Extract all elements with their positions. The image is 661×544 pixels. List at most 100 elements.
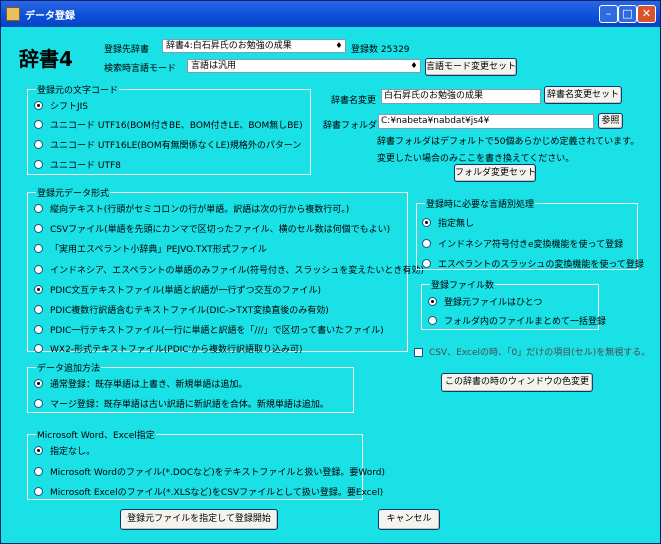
title-bar[interactable]: データ登録 – □ ✕ <box>1 1 660 27</box>
filecount-option-label: フォルダ内のファイルまとめて一括登録 <box>444 317 607 327</box>
dataformat-option[interactable]: 縦向テキスト(行頭がセミコロンの行が単語。訳語は次の行から複数行可。) <box>34 202 349 215</box>
chevron-down-icon: ♦ <box>335 41 343 50</box>
charcode-option-label: ユニコード UTF16LE(BOM有無関係なくLE)規格外のパターン <box>50 141 302 151</box>
radio-icon <box>34 487 43 496</box>
count-value: 25329 <box>380 45 410 55</box>
dataformat-option-label: CSVファイル(単語を先頭にカンマで区切ったファイル、横のセル数は何個でもよい) <box>50 225 391 235</box>
dest-dictionary-label: 登録先辞書 <box>104 45 150 55</box>
dict-folder-input[interactable]: C:¥nabeta¥nabdat¥js4¥ <box>378 114 594 129</box>
dataformat-option-label: PDIC一行テキストファイル(一行に単語と訳語を「///」で区切って書いたファイ… <box>50 326 384 336</box>
charcode-option-utf16le[interactable]: ユニコード UTF16LE(BOM有無関係なくLE)規格外のパターン <box>34 138 301 151</box>
filecount-option[interactable]: 登録元ファイルはひとつ <box>428 295 542 308</box>
adddata-group-title: データ追加方法 <box>36 361 102 374</box>
radio-icon <box>34 325 43 334</box>
office-option-label: 指定なし。 <box>50 447 96 457</box>
special-option[interactable]: インドネシア符号付きe変換機能を使って登録 <box>422 237 623 250</box>
dict-name-set-button[interactable]: 辞書名変更セット <box>544 86 622 104</box>
dataformat-option-label: WX2-形式テキストファイル(PDIC'から複数行訳語取り込み可) <box>50 345 303 355</box>
radio-icon <box>422 259 431 268</box>
csv-zero-ignore-label: CSV、Excelの時、「0」だけの項目(セル)を無視する。 <box>429 348 651 358</box>
charcode-option-label: ユニコード UTF8 <box>50 161 121 171</box>
dataformat-option-label: PDIC文互テキストファイル(単語と訳語が一行ずつ交互のファイル) <box>50 286 322 296</box>
dataformat-option[interactable]: PDIC一行テキストファイル(一行に単語と訳語を「///」で区切って書いたファイ… <box>34 323 384 336</box>
filecount-option[interactable]: フォルダ内のファイルまとめて一括登録 <box>428 314 606 327</box>
dataformat-option-label: 「実用エスペラント小辞典」PEJVO.TXT形式ファイル <box>50 245 267 255</box>
dataformat-option-label: PDIC複数行訳語含むテキストファイル(DIC->TXT変換直後のみ有効) <box>50 306 329 316</box>
radio-icon <box>34 467 43 476</box>
radio-icon <box>34 379 43 388</box>
dataformat-option[interactable]: WX2-形式テキストファイル(PDIC'から複数行訳語取り込み可) <box>34 342 303 355</box>
search-mode-label: 検索時言語モード <box>104 64 177 74</box>
close-icon[interactable]: ✕ <box>637 5 656 23</box>
csv-zero-ignore-checkbox[interactable]: CSV、Excelの時、「0」だけの項目(セル)を無視する。 <box>414 345 650 358</box>
radio-icon <box>34 120 43 129</box>
window-color-change-button[interactable]: この辞書の時のウィンドウの色変更 <box>441 373 593 392</box>
dataformat-option-label: 縦向テキスト(行頭がセミコロンの行が単語。訳語は次の行から複数行可。) <box>50 205 350 215</box>
radio-icon <box>422 218 431 227</box>
adddata-option[interactable]: マージ登録：既存単語は古い訳語に新訳語を合体。新規単語は追加。 <box>34 397 329 410</box>
radio-icon <box>34 160 43 169</box>
maximize-icon[interactable]: □ <box>618 5 637 23</box>
dict-name-input[interactable]: 白石昇氏のお勉強の成果 <box>381 89 541 104</box>
charcode-option-label: ユニコード UTF16(BOM付きBE、BOM付きLE、BOM無しBE) <box>50 121 303 131</box>
charcode-option-utf16[interactable]: ユニコード UTF16(BOM付きBE、BOM付きLE、BOM無しBE) <box>34 118 303 131</box>
radio-icon <box>34 344 43 353</box>
dataformat-option[interactable]: CSVファイル(単語を先頭にカンマで区切ったファイル、横のセル数は何個でもよい) <box>34 222 390 235</box>
chevron-down-icon: ♦ <box>410 61 418 70</box>
office-group-title: Microsoft Word、Excel指定 <box>36 428 156 441</box>
special-option-label: エスペラントのスラッシュの変換機能を使って登録 <box>438 260 644 270</box>
office-option[interactable]: Microsoft Wordのファイル(*.DOCなど)をテキストファイルと扱い… <box>34 465 385 478</box>
dataformat-group-title: 登録元データ形式 <box>36 186 111 199</box>
adddata-option-label: 通常登録：既存単語は上書き、新規単語は追加。 <box>50 380 248 390</box>
cancel-button[interactable]: キャンセル <box>378 509 440 530</box>
folder-note-2: 変更したい場合のみここを書き換えてください。 <box>377 154 575 164</box>
radio-icon <box>422 239 431 248</box>
folder-note-1: 辞書フォルダはデフォルトで50個あらかじめ定義されています。 <box>377 137 640 147</box>
app-icon <box>6 7 20 21</box>
dataformat-option[interactable]: PDIC文互テキストファイル(単語と訳語が一行ずつ交互のファイル) <box>34 283 321 296</box>
special-option[interactable]: 指定無し <box>422 216 474 229</box>
special-option[interactable]: エスペラントのスラッシュの変換機能を使って登録 <box>422 257 644 270</box>
radio-icon <box>34 140 43 149</box>
adddata-option[interactable]: 通常登録：既存単語は上書き、新規単語は追加。 <box>34 377 247 390</box>
charcode-option-label: シフトJIS <box>50 102 89 112</box>
special-option-label: インドネシア符号付きe変換機能を使って登録 <box>438 240 624 250</box>
office-option-label: Microsoft Excelのファイル(*.XLSなど)をCSVファイルとして… <box>50 488 384 498</box>
charcode-option-utf8[interactable]: ユニコード UTF8 <box>34 158 121 171</box>
radio-icon <box>34 446 43 455</box>
radio-icon <box>34 265 43 274</box>
filecount-option-label: 登録元ファイルはひとつ <box>444 298 543 308</box>
checkbox-icon <box>414 348 423 357</box>
dataformat-option-label: インドネシア、エスペラントの単語のみファイル(符号付き、スラッシュを変えたいとき… <box>50 266 424 276</box>
radio-icon <box>34 305 43 314</box>
dict-name-label: 辞書名変更 <box>331 96 377 106</box>
office-option-label: Microsoft Wordのファイル(*.DOCなど)をテキストファイルと扱い… <box>50 468 386 478</box>
adddata-option-label: マージ登録：既存単語は古い訳語に新訳語を合体。新規単語は追加。 <box>50 400 329 410</box>
dataformat-option[interactable]: PDIC複数行訳語含むテキストファイル(DIC->TXT変換直後のみ有効) <box>34 303 329 316</box>
count-label: 登録数 25329 <box>351 42 410 55</box>
minimize-icon[interactable]: – <box>599 5 618 23</box>
radio-icon <box>34 204 43 213</box>
special-option-label: 指定無し <box>438 219 475 229</box>
search-mode-select[interactable]: 言語は汎用 ♦ <box>187 59 421 73</box>
dataformat-option[interactable]: 「実用エスペラント小辞典」PEJVO.TXT形式ファイル <box>34 242 267 255</box>
radio-icon <box>34 285 43 294</box>
radio-icon <box>34 101 43 110</box>
radio-icon <box>34 399 43 408</box>
dataformat-option[interactable]: インドネシア、エスペラントの単語のみファイル(符号付き、スラッシュを変えたいとき… <box>34 263 424 276</box>
dest-dictionary-value: 辞書4:白石昇氏のお勉強の成果 <box>166 41 292 51</box>
dict-folder-label: 辞書フォルダ <box>323 121 378 131</box>
radio-icon <box>34 224 43 233</box>
folder-change-set-button[interactable]: フォルダ変更セット <box>454 164 536 182</box>
office-option[interactable]: Microsoft Excelのファイル(*.XLSなど)をCSVファイルとして… <box>34 485 383 498</box>
dest-dictionary-select[interactable]: 辞書4:白石昇氏のお勉強の成果 ♦ <box>162 39 346 53</box>
radio-icon <box>428 297 437 306</box>
count-label-text: 登録数 <box>351 45 379 55</box>
radio-icon <box>428 316 437 325</box>
start-register-button[interactable]: 登録元ファイルを指定して登録開始 <box>120 509 278 530</box>
filecount-group-title: 登録ファイル数 <box>430 278 496 291</box>
office-option[interactable]: 指定なし。 <box>34 444 95 457</box>
charcode-option-sjis[interactable]: シフトJIS <box>34 99 88 112</box>
search-mode-set-button[interactable]: 言語モード変更セット <box>425 58 517 76</box>
browse-button[interactable]: 参照 <box>598 113 623 129</box>
